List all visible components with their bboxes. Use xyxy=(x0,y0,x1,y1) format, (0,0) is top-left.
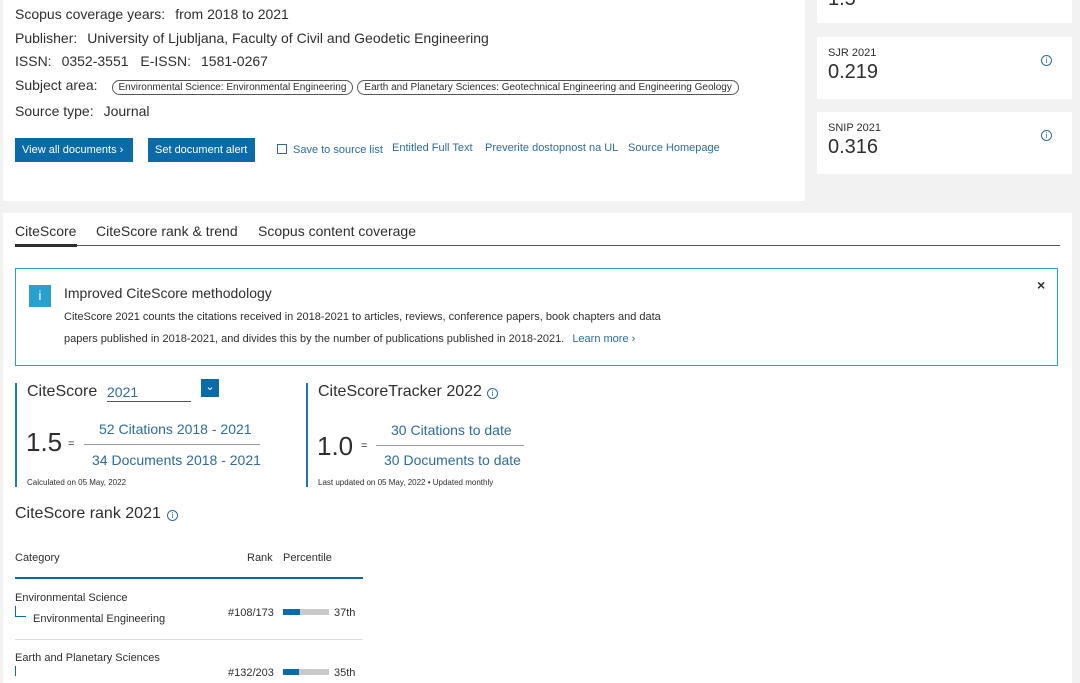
subject-chip-environmental[interactable]: Environmental Science: Environmental Eng… xyxy=(111,80,354,95)
table-row-subcategory: Environmental Engineering xyxy=(33,613,166,625)
calculated-date: Calculated on 05 May, 2022 xyxy=(27,478,127,487)
source-type-label: Source type: xyxy=(15,103,94,119)
table-row-percentile: 37th xyxy=(334,607,356,619)
tab-divider xyxy=(15,245,1060,246)
info-icon[interactable]: i xyxy=(1041,55,1052,66)
publisher-row: Publisher: University of Ljubljana, Facul… xyxy=(15,30,489,46)
category-header: Category xyxy=(15,552,60,564)
percentile-bar-fill xyxy=(283,609,301,615)
equals-sign: = xyxy=(361,440,368,452)
info-icon[interactable]: i xyxy=(167,510,178,521)
sjr-label: SJR 2021 xyxy=(828,47,877,59)
publisher-value: University of Ljubljana, Faculty of Civi… xyxy=(87,30,489,46)
set-document-alert-button[interactable]: Set document alert xyxy=(148,138,255,162)
coverage-row: Scopus coverage years: from 2018 to 2021 xyxy=(15,6,289,22)
table-header-divider xyxy=(15,577,363,579)
percentile-bar xyxy=(283,609,329,615)
banner-line-2: papers published in 2018-2021, and divid… xyxy=(64,333,635,345)
rank-title: CiteScore rank 2021 xyxy=(15,505,161,522)
percentile-header: Percentile xyxy=(283,552,332,564)
coverage-label: Scopus coverage years: xyxy=(15,6,166,22)
subject-chip-earth[interactable]: Earth and Planetary Sciences: Geotechnic… xyxy=(357,80,739,95)
sjr-box: SJR 2021 0.219 i xyxy=(817,37,1072,99)
entitled-full-text-link[interactable]: Entitled Full Text xyxy=(392,142,473,154)
tracker-documents-link[interactable]: 30 Documents to date xyxy=(384,452,521,468)
tab-citescore-rank-trend[interactable]: CiteScore rank & trend xyxy=(96,223,238,239)
snip-box: SNIP 2021 0.316 i xyxy=(817,112,1072,174)
citescore-value: 1.5 xyxy=(26,427,63,457)
citescore-label: CiteScore xyxy=(27,383,98,400)
close-icon[interactable]: × xyxy=(1037,277,1045,293)
citations-link[interactable]: 52 Citations 2018 - 2021 xyxy=(99,421,252,437)
publisher-label: Publisher: xyxy=(15,30,78,46)
tracker-updated: Last updated on 05 May, 2022 • Updated m… xyxy=(318,478,494,487)
table-row-area: Environmental Science xyxy=(15,592,128,604)
table-row-rank: #132/203 xyxy=(228,667,274,679)
year-select[interactable]: 2021 xyxy=(107,384,191,402)
info-icon[interactable]: i xyxy=(487,388,498,399)
banner-title: Improved CiteScore methodology xyxy=(64,285,272,301)
issn-label: ISSN: xyxy=(15,53,52,69)
coverage-value: from 2018 to 2021 xyxy=(175,6,289,22)
rank-header: Rank xyxy=(247,552,273,564)
source-type-value: Journal xyxy=(103,103,150,119)
tab-scopus-content-coverage[interactable]: Scopus content coverage xyxy=(258,223,416,239)
subject-row: Subject area: Environmental Science: Envi… xyxy=(15,77,739,95)
fraction-line xyxy=(84,444,260,445)
issn-row: ISSN: 0352-3551 E-ISSN: 1581-0267 xyxy=(15,53,268,69)
tracker-value: 1.0 xyxy=(317,431,354,461)
banner-line-2-text: papers published in 2018-2021, and divid… xyxy=(64,333,565,345)
save-icon[interactable] xyxy=(277,144,287,154)
chevron-down-icon[interactable]: ⌄ xyxy=(201,379,219,397)
tracker-citations-link[interactable]: 30 Citations to date xyxy=(391,422,512,438)
percentile-bar xyxy=(283,669,329,675)
percentile-bar-fill xyxy=(283,669,300,675)
info-icon[interactable]: i xyxy=(1041,130,1052,141)
set-alert-label: Set document alert xyxy=(155,144,248,156)
preverite-link[interactable]: Preverite dostopnost na UL xyxy=(485,142,618,154)
fraction-line xyxy=(376,445,524,446)
table-row-area: Earth and Planetary Sciences xyxy=(15,652,160,664)
citescore-metric-box: 1.5 xyxy=(817,0,1072,23)
tree-connector-icon xyxy=(15,606,26,617)
subject-label: Subject area: xyxy=(15,77,98,93)
citescore-accent-line xyxy=(15,383,17,487)
tab-active-indicator xyxy=(15,244,77,247)
table-row-rank: #108/173 xyxy=(228,607,274,619)
table-row-percentile: 35th xyxy=(334,667,356,679)
equals-sign: = xyxy=(68,438,75,450)
sjr-value: 0.219 xyxy=(828,61,879,83)
save-to-source-list-link[interactable]: Save to source list xyxy=(293,144,383,156)
source-type-row: Source type: Journal xyxy=(15,103,150,119)
info-icon: i xyxy=(29,285,51,307)
tracker-label: CiteScoreTracker 2022 xyxy=(318,383,482,400)
row-divider xyxy=(15,639,363,640)
eissn-label: E-ISSN: xyxy=(140,53,191,69)
snip-value: 0.316 xyxy=(828,136,879,158)
source-homepage-link[interactable]: Source Homepage xyxy=(628,142,720,154)
eissn-value: 1581-0267 xyxy=(201,53,268,69)
tracker-accent-line xyxy=(306,383,308,487)
tab-citescore[interactable]: CiteScore xyxy=(15,223,76,239)
banner-line-1: CiteScore 2021 counts the citations rece… xyxy=(64,311,661,323)
snip-label: SNIP 2021 xyxy=(828,122,882,134)
documents-link[interactable]: 34 Documents 2018 - 2021 xyxy=(92,452,261,468)
learn-more-link[interactable]: Learn more xyxy=(572,333,628,345)
year-select-value: 2021 xyxy=(107,384,139,400)
chevron-right-icon: › xyxy=(119,144,124,156)
view-all-label: View all documents xyxy=(22,144,117,156)
citescore-metric-value: 1.5 xyxy=(828,0,856,11)
view-all-documents-button[interactable]: View all documents › xyxy=(15,138,133,162)
chevron-right-icon[interactable]: › xyxy=(629,333,636,345)
issn-value: 0352-3551 xyxy=(61,53,129,69)
